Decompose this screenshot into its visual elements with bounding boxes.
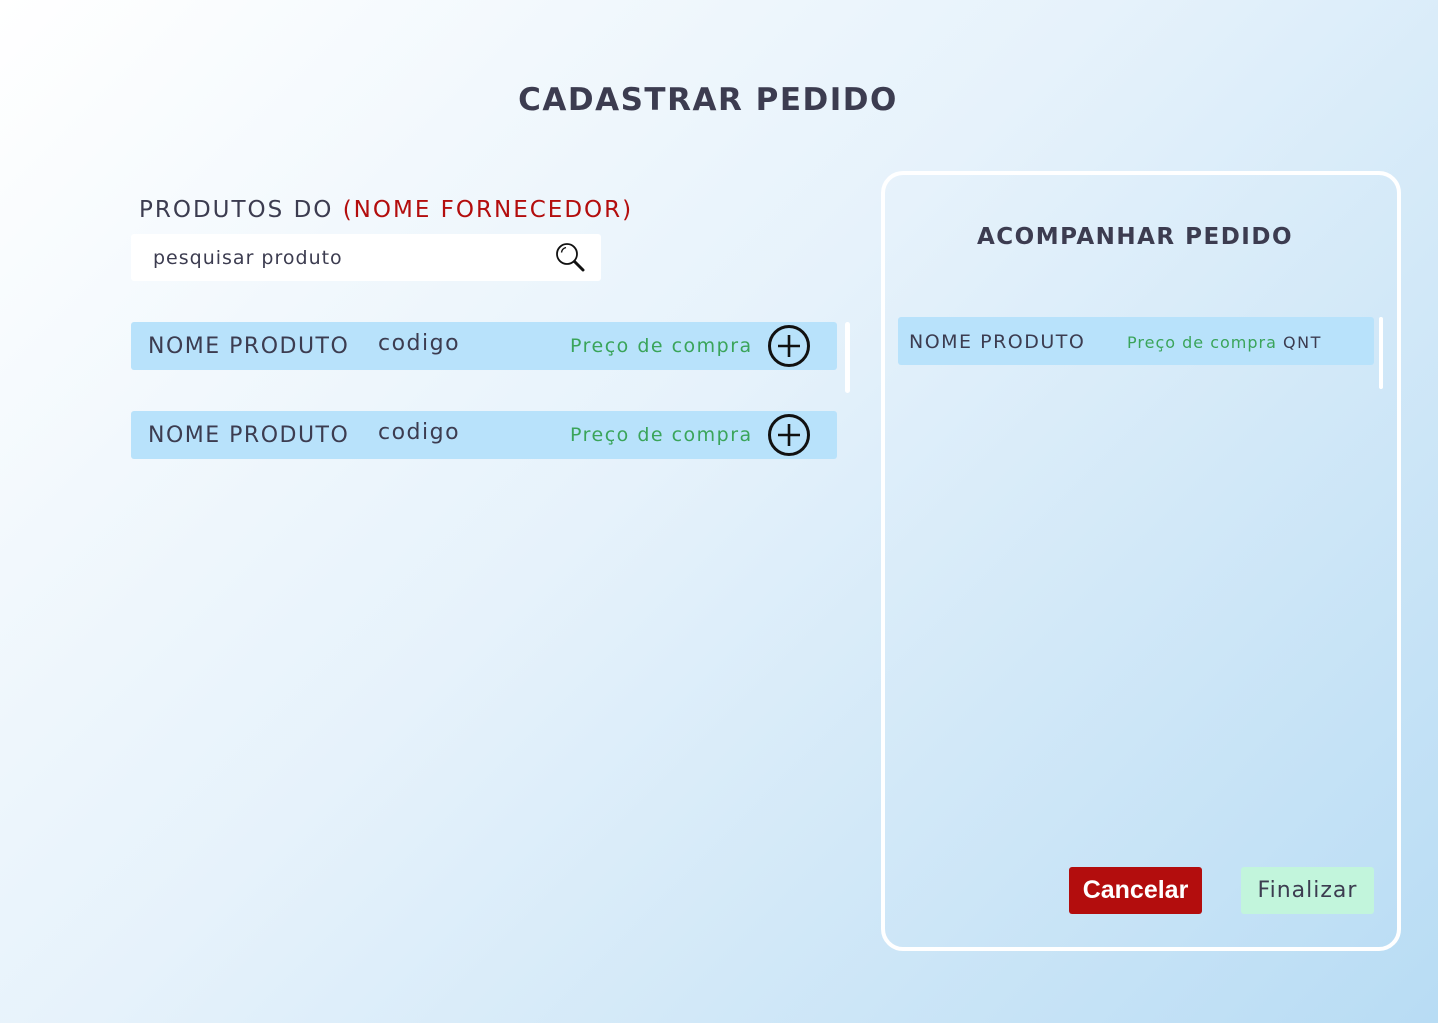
product-price: Preço de compra bbox=[570, 424, 753, 446]
order-panel-title: ACOMPANHAR PEDIDO bbox=[976, 224, 1294, 250]
finalize-button[interactable]: Finalizar bbox=[1241, 867, 1374, 914]
cancel-button[interactable]: Cancelar bbox=[1069, 867, 1202, 914]
supplier-name: (NOME FORNECEDOR) bbox=[342, 197, 634, 223]
order-list-scrollbar[interactable] bbox=[1379, 317, 1383, 389]
product-price: Preço de compra bbox=[570, 335, 753, 357]
search-input[interactable] bbox=[153, 234, 543, 281]
products-heading: PRODUTOS DO (NOME FORNECEDOR) bbox=[139, 197, 633, 223]
product-list-scrollbar[interactable] bbox=[845, 322, 850, 393]
add-product-button[interactable] bbox=[767, 413, 811, 457]
search-icon[interactable] bbox=[555, 242, 587, 274]
product-name: NOME PRODUTO bbox=[148, 334, 350, 359]
order-item-price: Preço de compra bbox=[1127, 333, 1277, 352]
product-code: codigo bbox=[378, 331, 461, 356]
product-list: NOME PRODUTO codigo Preço de compra NOME… bbox=[131, 322, 837, 500]
add-product-button[interactable] bbox=[767, 324, 811, 368]
order-panel: ACOMPANHAR PEDIDO NOME PRODUTO Preço de … bbox=[881, 171, 1401, 951]
order-item-row: NOME PRODUTO Preço de compra QNT bbox=[898, 317, 1374, 365]
products-heading-prefix: PRODUTOS DO bbox=[139, 197, 334, 223]
order-item-quantity: QNT bbox=[1283, 333, 1322, 352]
page-title: CADASTRAR PEDIDO bbox=[518, 82, 898, 118]
product-name: NOME PRODUTO bbox=[148, 423, 350, 448]
product-row: NOME PRODUTO codigo Preço de compra bbox=[131, 322, 837, 370]
product-row: NOME PRODUTO codigo Preço de compra bbox=[131, 411, 837, 459]
search-box bbox=[131, 234, 601, 281]
order-item-name: NOME PRODUTO bbox=[909, 331, 1086, 353]
product-code: codigo bbox=[378, 420, 461, 445]
